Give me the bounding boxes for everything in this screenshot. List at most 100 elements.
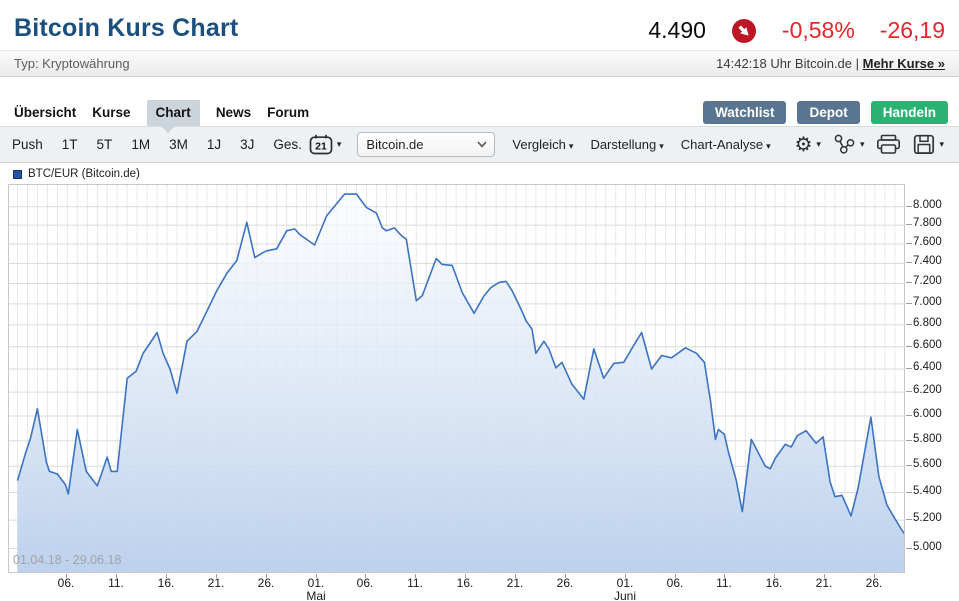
more-quotes-link[interactable]: Mehr Kurse »: [863, 56, 945, 71]
x-axis-tick: [724, 574, 725, 578]
y-axis-label: 7.400: [913, 255, 942, 267]
x-axis-label: 26.: [257, 576, 275, 590]
tab-forum[interactable]: Forum: [267, 100, 309, 126]
x-axis-label: 11.: [108, 576, 124, 590]
x-axis-tick: [824, 574, 825, 578]
x-axis-month-label: Juni: [613, 589, 636, 601]
tab-news[interactable]: News: [216, 100, 251, 126]
y-axis-label: 6.600: [913, 339, 942, 351]
exchange-select[interactable]: Bitcoin.de: [357, 132, 496, 157]
y-axis-tick: [906, 303, 912, 304]
share-icon: [834, 134, 855, 154]
y-axis-label: 6.400: [913, 361, 942, 373]
x-axis-month-label: Mai: [306, 589, 326, 601]
tab-chart[interactable]: Chart: [146, 100, 200, 126]
range-1t[interactable]: 1T: [62, 137, 78, 152]
watchlist-button[interactable]: Watchlist: [702, 101, 787, 124]
range-1m[interactable]: 1M: [131, 137, 150, 152]
range-5t[interactable]: 5T: [97, 137, 113, 152]
printer-icon: [877, 134, 901, 154]
x-axis-tick: [675, 574, 676, 578]
y-axis-tick: [906, 548, 912, 549]
y-axis-tick: [906, 368, 912, 369]
tab-uebersicht[interactable]: Übersicht: [14, 100, 76, 126]
range-ges[interactable]: Ges.: [273, 137, 302, 152]
chevron-down-icon: ▾: [568, 141, 574, 151]
y-axis-tick: [906, 282, 912, 283]
x-axis-tick: [465, 574, 466, 578]
trend-down-icon: [731, 18, 756, 43]
quote-timestamp: 14:42:18 Uhr Bitcoin.de |: [716, 56, 859, 71]
vergleich-menu[interactable]: Vergleich ▾: [512, 137, 573, 152]
x-axis-tick: [625, 574, 626, 578]
chevron-down-icon: [477, 141, 488, 148]
y-axis-label: 7.200: [913, 275, 942, 287]
x-axis-label: 06.: [57, 576, 75, 590]
chart-toolbar: Push 1T 5T 1M 3M 1J 3J Ges. 21 ▾ Bitcoin…: [0, 126, 959, 163]
x-axis-label: 01.: [616, 576, 634, 590]
calendar-icon: 21: [309, 134, 333, 155]
print-button[interactable]: [873, 134, 904, 155]
handeln-button[interactable]: Handeln: [870, 101, 948, 124]
x-axis-tick: [365, 574, 366, 578]
y-axis-tick: [906, 415, 912, 416]
save-button[interactable]: ▾: [910, 134, 947, 155]
chevron-down-icon: ▾: [659, 141, 664, 151]
y-axis-label: 6.000: [913, 408, 942, 420]
chevron-down-icon: ▾: [859, 139, 865, 149]
tab-kurse[interactable]: Kurse: [92, 100, 130, 126]
change-percent: -0,58%: [781, 17, 855, 43]
darstellung-menu[interactable]: Darstellung ▾: [590, 137, 663, 152]
svg-text:21: 21: [315, 141, 327, 153]
y-axis-tick: [906, 391, 912, 392]
x-axis-label: 11.: [716, 576, 732, 590]
y-axis-label: 5.400: [913, 485, 942, 497]
quote-block: 4.490 -0,58% -26,19: [648, 17, 945, 44]
legend-label: BTC/EUR (Bitcoin.de): [28, 168, 140, 180]
nav-row: Übersicht Kurse Chart News Forum Watchli…: [0, 99, 959, 126]
settings-button[interactable]: ⚙ ▾: [791, 135, 823, 155]
share-button[interactable]: ▾: [830, 134, 868, 155]
y-axis-tick: [906, 324, 912, 325]
x-axis-label: 21.: [506, 576, 524, 590]
x-axis-tick: [66, 574, 67, 578]
range-1j[interactable]: 1J: [207, 137, 221, 152]
y-axis-label: 7.000: [913, 296, 942, 308]
range-3m[interactable]: 3M: [169, 137, 188, 152]
bitcoin-chart-page: Bitcoin Kurs Chart 4.490 -0,58% -26,19 T…: [0, 0, 959, 601]
price-chart[interactable]: 01.04.18 - 29.06.18: [8, 184, 905, 573]
y-axis-tick: [906, 224, 912, 225]
y-axis-tick: [906, 492, 912, 493]
y-axis-tick: [906, 206, 912, 207]
save-icon: [914, 134, 935, 155]
y-axis-label: 5.000: [913, 541, 942, 553]
current-price: 4.490: [648, 17, 706, 43]
chevron-down-icon: ▾: [336, 139, 342, 149]
date-picker-button[interactable]: 21 ▾: [309, 134, 342, 155]
x-axis-label: 06.: [356, 576, 374, 590]
sub-header-bar: Typ: Kryptowährung 14:42:18 Uhr Bitcoin.…: [0, 50, 959, 77]
x-axis-label: 06.: [666, 576, 684, 590]
y-axis-tick: [906, 519, 912, 520]
x-axis-tick: [316, 574, 317, 578]
chart-legend: BTC/EUR (Bitcoin.de): [13, 168, 140, 180]
depot-button[interactable]: Depot: [797, 101, 860, 124]
range-push[interactable]: Push: [12, 137, 43, 152]
y-axis-label: 5.600: [913, 458, 942, 470]
chart-analyse-menu[interactable]: Chart-Analyse ▾: [681, 137, 771, 152]
y-axis-label: 6.200: [913, 384, 942, 396]
chevron-down-icon: ▾: [816, 139, 821, 149]
legend-swatch: [13, 169, 22, 179]
x-axis-tick: [515, 574, 516, 578]
x-axis-label: 16.: [157, 576, 175, 590]
x-axis-tick: [116, 574, 117, 578]
y-axis-label: 5.800: [913, 433, 942, 445]
x-axis-label: 11.: [407, 576, 423, 590]
range-3j[interactable]: 3J: [240, 137, 254, 152]
y-axis-label: 5.200: [913, 512, 942, 524]
x-axis-tick: [166, 574, 167, 578]
exchange-select-value: Bitcoin.de: [366, 137, 424, 152]
y-axis-tick: [906, 243, 912, 244]
y-axis-label: 6.800: [913, 317, 942, 329]
price-chart-canvas[interactable]: [9, 185, 904, 572]
